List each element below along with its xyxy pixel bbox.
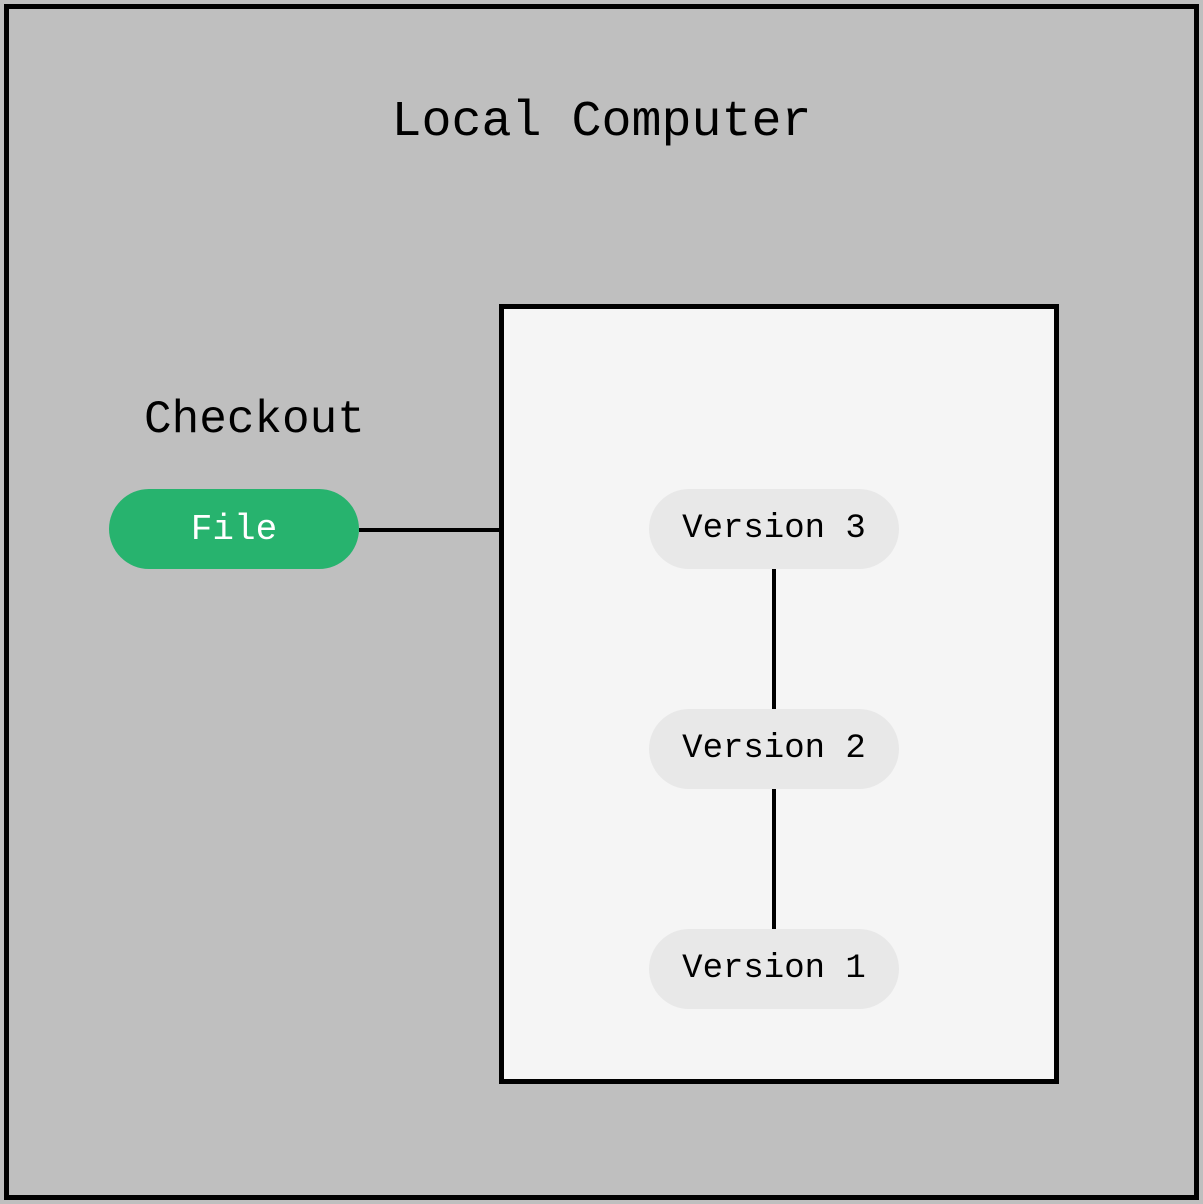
version-2-label: Version 2: [682, 730, 866, 768]
local-computer-frame: Local Computer Checkout File Version 3 V…: [4, 4, 1199, 1200]
connector-v2-v1: [772, 789, 776, 929]
version-pill-1: Version 1: [649, 929, 899, 1009]
version-pill-3: Version 3: [649, 489, 899, 569]
version-3-label: Version 3: [682, 510, 866, 548]
connector-v3-v2: [772, 569, 776, 709]
version-1-label: Version 1: [682, 950, 866, 988]
repository-box: Version 3 Version 2 Version 1: [499, 304, 1059, 1084]
file-pill: File: [109, 489, 359, 569]
page-title: Local Computer: [9, 94, 1194, 151]
checkout-label: Checkout: [144, 394, 365, 446]
version-pill-2: Version 2: [649, 709, 899, 789]
file-pill-label: File: [191, 509, 277, 550]
